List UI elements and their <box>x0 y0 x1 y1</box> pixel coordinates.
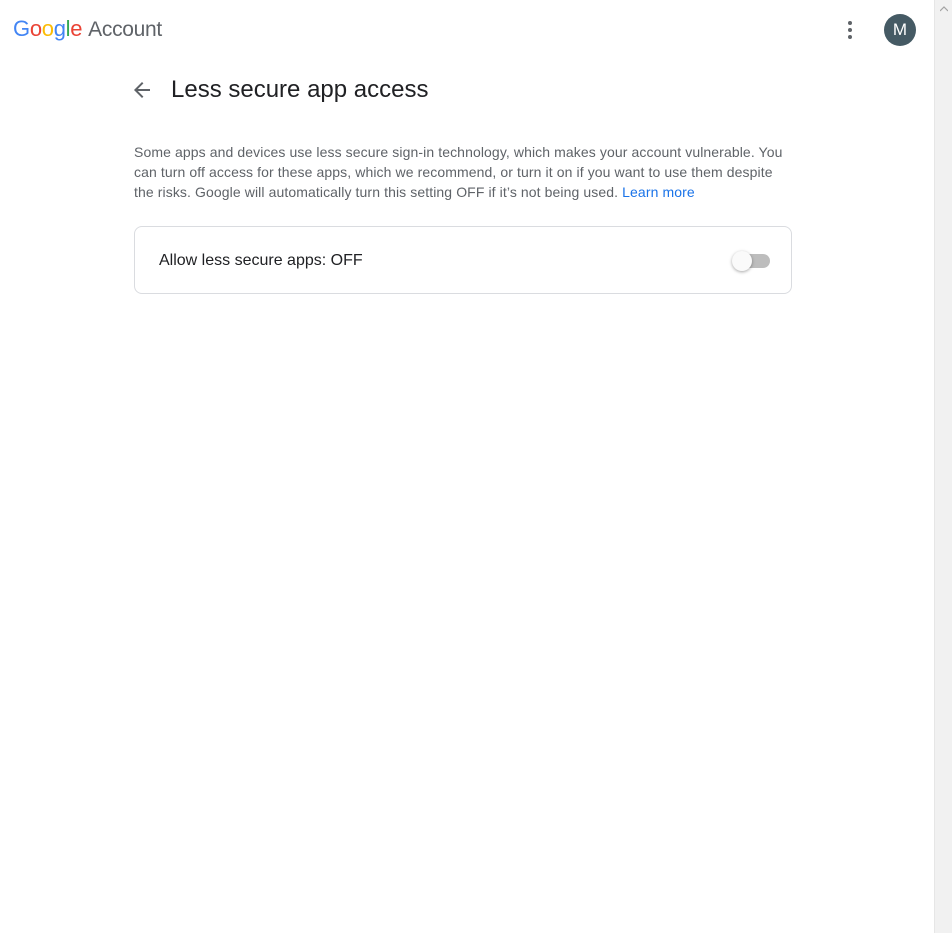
viewport: Google Account M Less secure app access … <box>0 0 952 933</box>
more-vert-icon <box>848 21 852 39</box>
setting-label: Allow less secure apps: OFF <box>159 252 363 269</box>
app-header: Google Account M <box>0 0 934 62</box>
google-account-logo[interactable]: Google Account <box>13 16 162 46</box>
logo-letter: o <box>29 16 42 41</box>
scroll-up-button[interactable] <box>935 0 952 17</box>
learn-more-link[interactable]: Learn more <box>622 184 695 200</box>
arrow-back-icon <box>134 82 150 98</box>
account-avatar[interactable]: M <box>884 14 916 46</box>
logo-letter: e <box>70 16 83 41</box>
scroll-up-arrow-icon <box>939 5 948 11</box>
avatar-initial: M <box>892 20 908 39</box>
logo-account-text: Account <box>88 18 162 41</box>
page-title: Less secure app access <box>171 76 429 103</box>
logo-letter: o <box>41 16 54 41</box>
logo-letter: g <box>53 16 66 41</box>
back-button[interactable] <box>128 76 156 104</box>
less-secure-apps-setting-card[interactable]: Allow less secure apps: OFF <box>134 226 792 294</box>
page-description: Some apps and devices use less secure si… <box>134 142 794 202</box>
logo-letter: G <box>13 16 30 41</box>
toggle-thumb <box>732 251 752 271</box>
vertical-scrollbar[interactable] <box>934 0 952 933</box>
more-options-button[interactable] <box>834 14 866 46</box>
less-secure-apps-toggle[interactable] <box>732 251 770 271</box>
